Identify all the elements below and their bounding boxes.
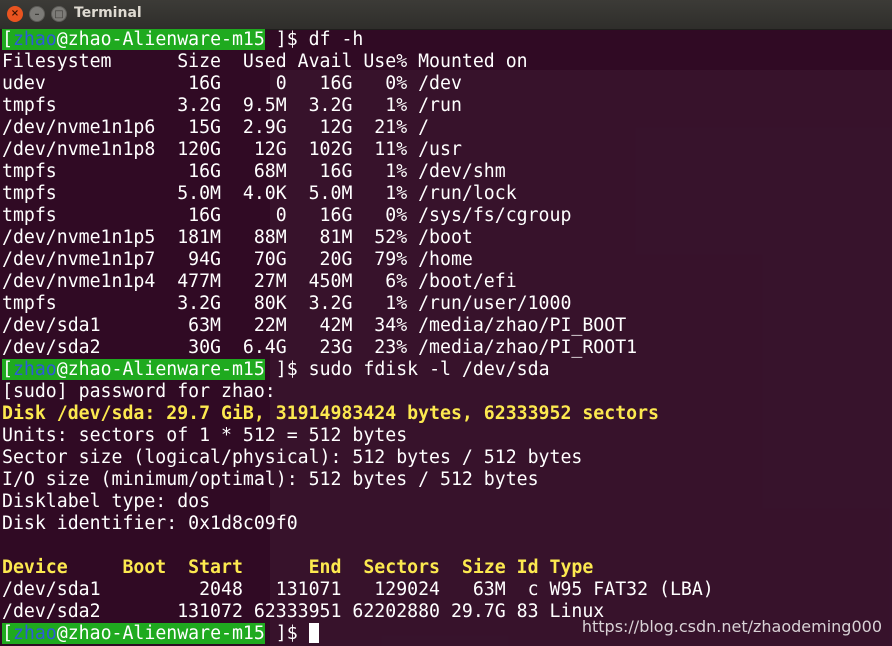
- output-line: tmpfs 16G 68M 16G 1% /dev/shm: [2, 161, 506, 182]
- output-line: [sudo] password for zhao:: [2, 381, 276, 402]
- title-bar[interactable]: × – □ Terminal: [0, 0, 892, 30]
- output-line: /dev/nvme1n1p5 181M 88M 81M 52% /boot: [2, 227, 473, 248]
- output-line: tmpfs 3.2G 9.5M 3.2G 1% /run: [2, 95, 462, 116]
- prompt-suffix: ]$: [264, 359, 309, 380]
- output-line: tmpfs 5.0M 4.0K 5.0M 1% /run/lock: [2, 183, 517, 204]
- output-line: Filesystem Size Used Avail Use% Mounted …: [2, 51, 528, 72]
- output-line: tmpfs 3.2G 80K 3.2G 1% /run/user/1000: [2, 293, 572, 314]
- output-line: /dev/nvme1n1p8 120G 12G 102G 11% /usr: [2, 139, 462, 160]
- watermark-text: https://blog.csdn.net/zhaodeming000: [581, 617, 882, 636]
- disk-summary-line: Disk /dev/sda: 29.7 GiB, 31914983424 byt…: [2, 403, 659, 424]
- prompt-user: zhao: [12, 623, 57, 644]
- maximize-button[interactable]: □: [51, 6, 67, 22]
- window-title: Terminal: [74, 5, 142, 21]
- output-line: udev 16G 0 16G 0% /dev: [2, 73, 462, 94]
- partition-row: /dev/sda1 2048 131071 129024 63M c W95 F…: [2, 579, 714, 600]
- output-line: /dev/nvme1n1p7 94G 70G 20G 79% /home: [2, 249, 473, 270]
- output-line: I/O size (minimum/optimal): 512 bytes / …: [2, 469, 539, 490]
- prompt-user: zhao: [12, 29, 57, 50]
- prompt-line: [zhao@zhao-Alienware-m15 ]$ df -h: [2, 29, 890, 51]
- prompt-user: zhao: [12, 359, 57, 380]
- prompt-label: [zhao@zhao-Alienware-m15: [2, 359, 265, 380]
- prompt-suffix: ]$: [264, 29, 309, 50]
- text-cursor: [308, 623, 319, 643]
- output-line: tmpfs 16G 0 16G 0% /sys/fs/cgroup: [2, 205, 572, 226]
- output-line: /dev/sda1 63M 22M 42M 34% /media/zhao/PI…: [2, 315, 627, 336]
- output-line: /dev/sda2 30G 6.4G 23G 23% /media/zhao/P…: [2, 337, 638, 358]
- prompt-label: [zhao@zhao-Alienware-m15: [2, 623, 265, 644]
- terminal-area[interactable]: [zhao@zhao-Alienware-m15 ]$ df -h Filesy…: [2, 29, 890, 646]
- command-text: sudo fdisk -l /dev/sda: [308, 359, 550, 380]
- prompt-line: [zhao@zhao-Alienware-m15 ]$ sudo fdisk -…: [2, 359, 890, 381]
- output-line: Disklabel type: dos: [2, 491, 211, 512]
- output-line: /dev/nvme1n1p4 477M 27M 450M 6% /boot/ef…: [2, 271, 517, 292]
- output-line: /dev/nvme1n1p6 15G 2.9G 12G 21% /: [2, 117, 430, 138]
- prompt-host: @zhao-Alienware-m15: [56, 623, 265, 644]
- close-button[interactable]: ×: [7, 6, 23, 22]
- output-line: Sector size (logical/physical): 512 byte…: [2, 447, 583, 468]
- minimize-button[interactable]: –: [29, 6, 45, 22]
- partition-table-header: Device Boot Start End Sectors Size Id Ty…: [2, 557, 594, 578]
- prompt-label: [zhao@zhao-Alienware-m15: [2, 29, 265, 50]
- prompt-suffix: ]$: [264, 623, 309, 644]
- prompt-host: @zhao-Alienware-m15: [56, 359, 265, 380]
- terminal-window: × – □ Terminal [zhao@zhao-Alienware-m15 …: [0, 0, 892, 646]
- output-line: Disk identifier: 0x1d8c09f0: [2, 513, 298, 534]
- output-line: Units: sectors of 1 * 512 = 512 bytes: [2, 425, 408, 446]
- command-text: df -h: [308, 29, 364, 50]
- prompt-host: @zhao-Alienware-m15: [56, 29, 265, 50]
